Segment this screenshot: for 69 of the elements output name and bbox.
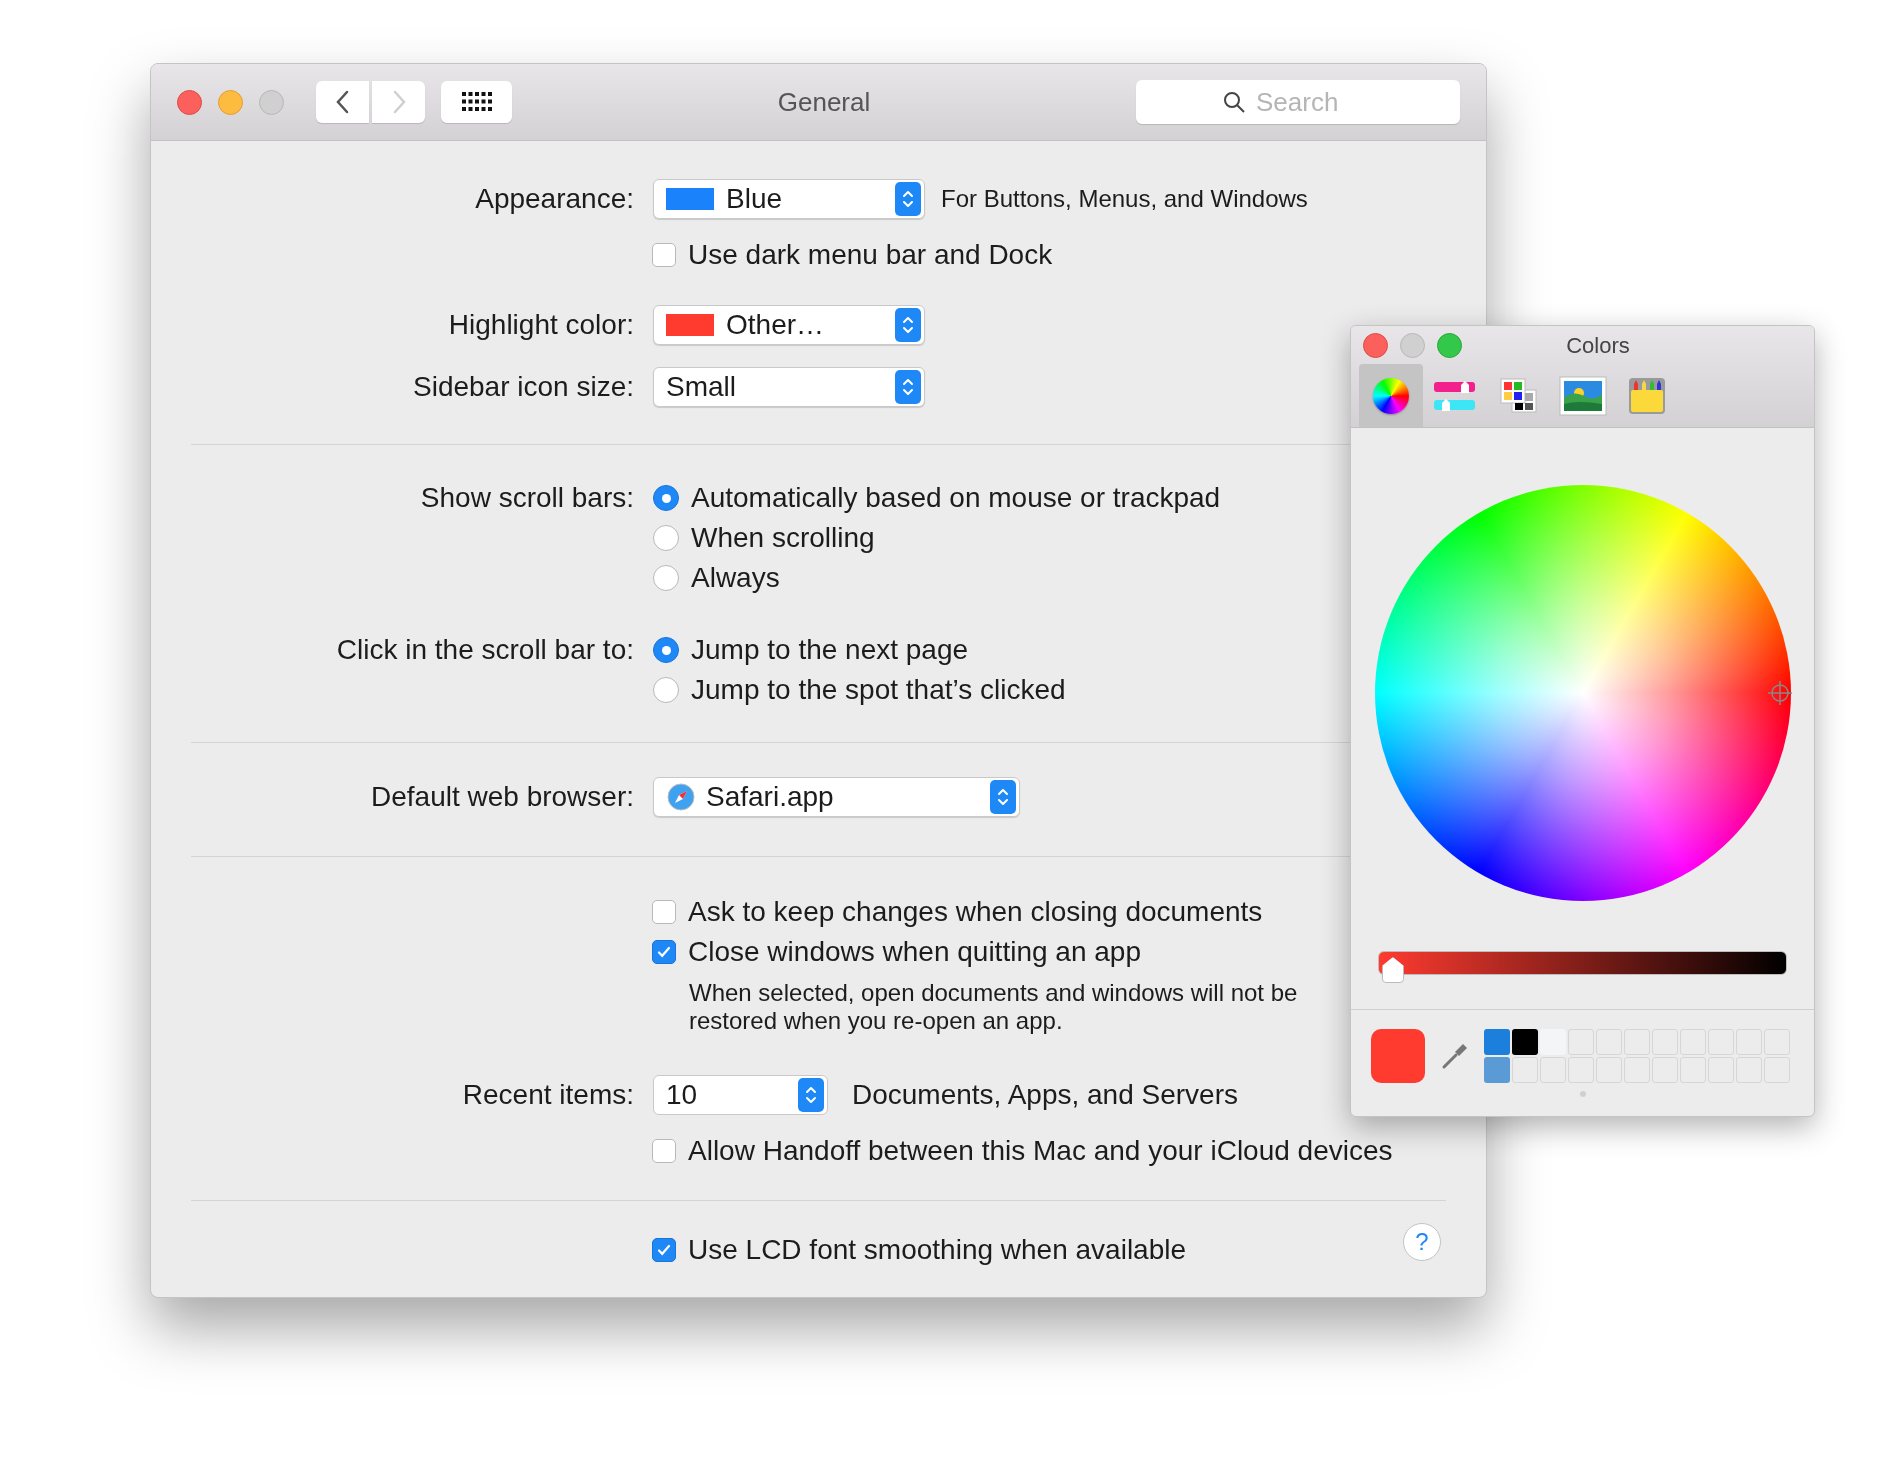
color-swatch[interactable] — [1484, 1057, 1510, 1083]
appearance-note: For Buttons, Menus, and Windows — [941, 184, 1308, 214]
checkbox[interactable] — [652, 940, 676, 964]
documents-note: When selected, open documents and windows will not be restored when you re-open an app. — [689, 979, 1299, 1035]
search-field[interactable]: Search — [1136, 80, 1460, 124]
checkbox[interactable] — [652, 243, 676, 267]
radio-label: When scrolling — [691, 521, 875, 555]
grid-icon — [461, 92, 492, 112]
checkbox[interactable] — [652, 900, 676, 924]
window-control[interactable] — [177, 89, 202, 115]
chevron-up-down-icon — [895, 370, 921, 404]
number-stepper-field[interactable]: 10 — [653, 1075, 828, 1115]
checkbox[interactable] — [652, 1238, 676, 1262]
radio-label: Jump to the spot that’s clicked — [691, 673, 1066, 707]
checkbox[interactable] — [652, 1139, 676, 1163]
window-control[interactable] — [1437, 332, 1462, 358]
palette-grid-icon — [1500, 377, 1538, 414]
radio-label: Always — [691, 561, 780, 595]
chevron-right-icon — [391, 90, 406, 114]
back-button[interactable] — [316, 81, 369, 123]
window-control[interactable] — [1363, 332, 1388, 358]
recent-items-note: Documents, Apps, and Servers — [852, 1078, 1238, 1112]
chevron-up-down-icon — [895, 182, 921, 216]
color-wheel-icon — [1373, 377, 1409, 414]
landscape-image-icon — [1559, 375, 1607, 416]
setting-label: Click in the scroll bar to: — [336, 633, 634, 667]
setting-label: Appearance: — [475, 182, 634, 216]
eyedropper-icon[interactable] — [1440, 1041, 1470, 1071]
sliders-icon — [1433, 378, 1477, 413]
panel-title: Colors — [1566, 331, 1630, 360]
crayon-box-icon — [1629, 377, 1665, 414]
radio-button[interactable] — [653, 637, 679, 663]
popup-button[interactable]: Small — [653, 367, 925, 407]
color-swatch[interactable] — [1512, 1029, 1538, 1055]
setting-label: Show scroll bars: — [420, 481, 634, 515]
checkbox-label: Ask to keep changes when closing documents — [688, 895, 1263, 929]
radio-label: Jump to the next page — [691, 633, 969, 667]
help-button[interactable]: ? — [1403, 1223, 1441, 1261]
crosshair-icon — [1766, 680, 1793, 706]
color-mode-tab[interactable] — [1359, 364, 1423, 427]
popup-button[interactable]: Blue — [653, 179, 925, 219]
chevron-left-icon — [335, 90, 350, 114]
popup-button[interactable]: Safari.app — [653, 777, 1020, 817]
radio-button[interactable] — [653, 485, 679, 511]
search-icon — [1222, 90, 1246, 114]
checkmark-icon — [656, 944, 672, 960]
chevron-up-down-icon — [798, 1078, 824, 1112]
setting-label: Recent items: — [462, 1078, 634, 1112]
compass-icon — [666, 782, 696, 812]
current-color-well[interactable] — [1371, 1029, 1425, 1083]
show-all-button[interactable] — [441, 81, 512, 123]
setting-label: Default web browser: — [371, 780, 634, 814]
checkbox-label: Allow Handoff between this Mac and your iCloud devices — [688, 1134, 1393, 1168]
chevron-up-down-icon — [990, 780, 1016, 814]
setting-label: Highlight color: — [448, 308, 634, 342]
window-title: General — [777, 85, 871, 119]
radio-button[interactable] — [653, 525, 679, 551]
setting-label: Sidebar icon size: — [413, 370, 634, 404]
window-control[interactable] — [218, 89, 243, 115]
checkbox-label: Use dark menu bar and Dock — [688, 238, 1053, 272]
checkbox-label: Use LCD font smoothing when available — [688, 1233, 1187, 1267]
chevron-up-down-icon — [895, 308, 921, 342]
radio-button[interactable] — [653, 565, 679, 591]
radio-label: Automatically based on mouse or trackpad — [691, 481, 1221, 515]
checkbox-label: Close windows when quitting an app — [688, 935, 1141, 969]
checkmark-icon — [656, 1242, 672, 1258]
color-swatch[interactable] — [1484, 1029, 1510, 1055]
radio-button[interactable] — [653, 677, 679, 703]
popup-button[interactable]: Other… — [653, 305, 925, 345]
